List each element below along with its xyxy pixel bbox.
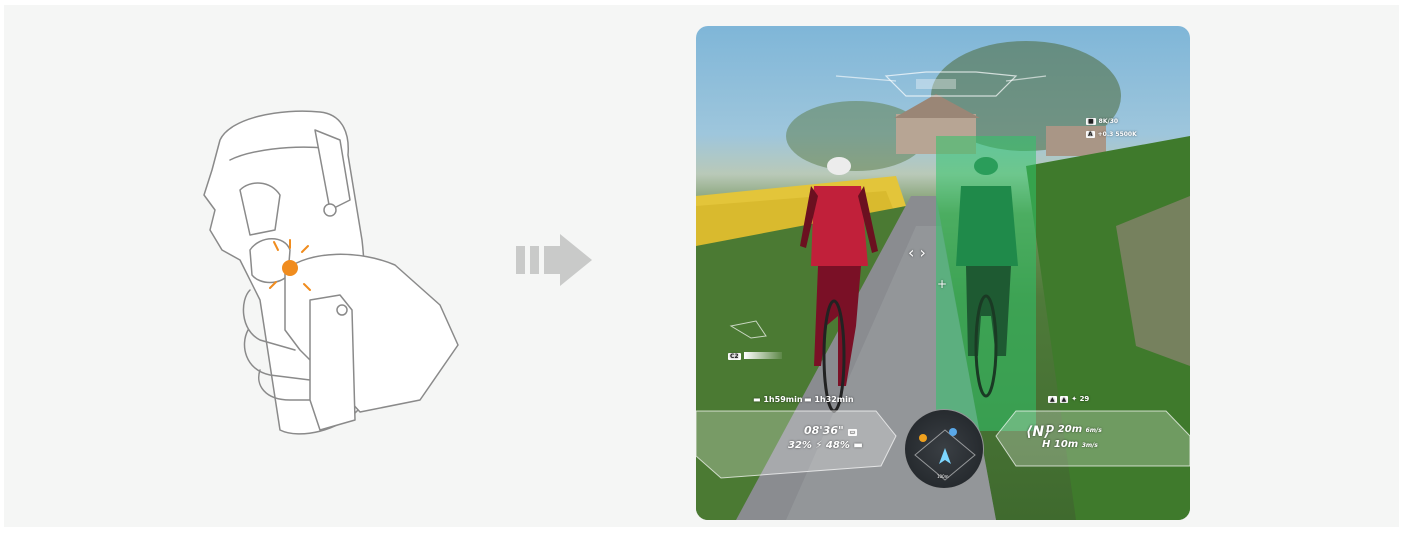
video-link-icon: ▲ — [1059, 396, 1069, 403]
arrow-right-icon — [516, 234, 592, 286]
battery-icon: ▬ — [753, 395, 761, 404]
satellite-count: 29 — [1079, 395, 1090, 403]
height-label: H — [1042, 439, 1051, 450]
height-readout: H 10m 3m/s — [1042, 439, 1098, 450]
rec-badge-icon: ▭ — [847, 429, 858, 436]
exposure-text: +0.3 5500K — [1097, 131, 1137, 138]
crosshair-icon: + — [937, 277, 948, 291]
split-time: 08'36" ▭ — [804, 424, 860, 437]
battery-text: 32% — [788, 440, 812, 451]
height-value: 10m — [1053, 439, 1079, 450]
auto-mode-icon: A — [1086, 131, 1095, 138]
distance-unit: 6m/s — [1085, 427, 1102, 434]
exposure-info: A +0.3 5500K — [1086, 131, 1137, 138]
channel-indicator: C2 — [728, 352, 744, 360]
channel-label: C2 — [728, 353, 741, 360]
camera-preview[interactable]: ■ 8K/30 A +0.3 5500K C2 ▬ 1h59min ▬ 1h32mi… — [696, 26, 1190, 520]
channel-bar — [744, 352, 782, 359]
minimap-scale: 100m — [937, 474, 949, 479]
distance-label: D — [1046, 424, 1055, 435]
split-time-text: 08'36" — [804, 424, 844, 437]
camera-icon: ■ — [1086, 118, 1096, 125]
signal-row: ▲ ▲ ✦ 29 — [1048, 395, 1089, 403]
remaining-time-left: ▬ 1h59min — [753, 395, 803, 404]
distance-value: 20m — [1057, 424, 1083, 435]
recording-mode: ■ 8K/30 — [1086, 118, 1118, 125]
hand-grip-illustration — [203, 110, 459, 435]
battery2-text: 48% — [825, 440, 850, 451]
timer-right-text: 1h32min — [814, 395, 854, 404]
satellite-icon: ✦ — [1071, 395, 1078, 403]
battery-stats: 32% ⚡ 48% ▬ — [788, 440, 863, 451]
timer-left-text: 1h59min — [763, 395, 803, 404]
distance-readout: D 20m 6m/s — [1046, 424, 1102, 435]
target-switch-icon[interactable]: ‹ › — [908, 243, 926, 262]
battery-icon: ▬ — [804, 395, 812, 404]
compass-label: N — [1032, 424, 1045, 440]
remaining-time-right: ▬ 1h32min — [804, 395, 854, 404]
signal-icon: ▲ — [1048, 396, 1057, 403]
resolution-text: 8K/30 — [1098, 118, 1119, 125]
height-unit: 3m/s — [1081, 442, 1098, 449]
